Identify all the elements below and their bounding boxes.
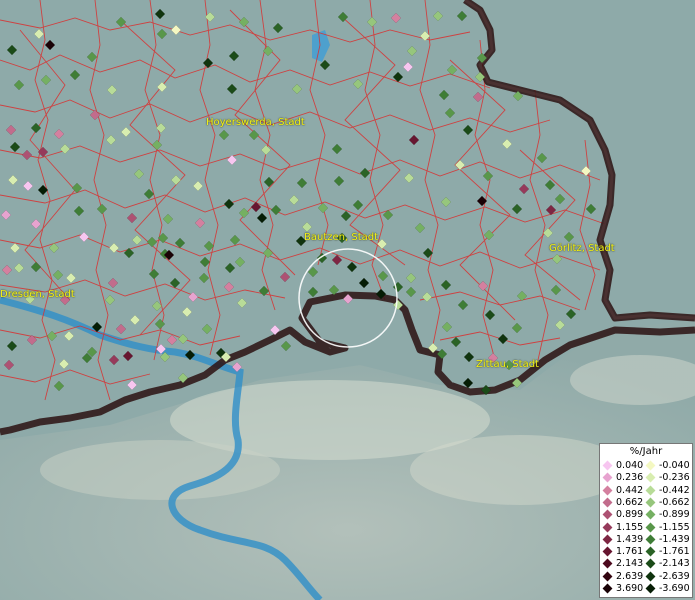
legend-swatch [602,583,613,594]
city-label-hoyerswerda: Hoyerswerda, Stadt [206,117,305,128]
legend-value: 0.662 [616,496,644,508]
legend-value: 0.040 [616,460,644,471]
legend-value: 0.236 [616,472,644,484]
city-label-zittau: Zittau, Stadt [476,359,539,370]
legend-swatch [645,497,656,508]
cloud-patch [410,435,630,505]
legend-value: 2.143 [616,558,644,570]
legend-value: 2.639 [616,570,644,582]
legend-value: -3.690 [659,583,690,594]
legend-swatch [645,472,656,483]
legend-value: 3.690 [616,583,644,594]
legend-swatch [602,460,613,471]
legend-swatch [645,571,656,582]
legend-swatch [602,534,613,545]
legend-swatch [602,509,613,520]
legend-swatch [645,583,656,594]
city-label-goerlitz: Görlitz, Stadt [549,243,615,254]
legend-value: 1.761 [616,546,644,558]
legend-swatch [645,460,656,471]
city-label-dresden: Dresden, Stadt [0,289,75,300]
legend: %/Jahr 0.040 -0.040 0.236 -0.236 0.442 -0.442… [599,443,693,598]
legend-value: -1.439 [659,533,690,545]
legend-swatch [645,485,656,496]
legend-value: 1.439 [616,533,644,545]
legend-value: -0.236 [659,472,690,484]
city-label-bautzen: Bautzen, Stadt [304,232,379,243]
legend-swatch [645,522,656,532]
legend-value: 0.442 [616,484,644,496]
legend-swatch [602,558,613,569]
legend-swatch [645,558,656,569]
legend-swatch [602,472,613,483]
legend-value: 1.155 [616,521,644,533]
legend-value: -0.442 [659,484,690,496]
legend-swatch [645,534,656,545]
legend-swatch [645,546,656,557]
legend-value: -1.155 [659,521,690,533]
legend-swatch [602,522,613,532]
legend-swatch [602,546,613,557]
legend-value: -1.761 [659,546,690,558]
legend-swatch [602,485,613,496]
legend-swatch [602,571,613,582]
legend-value: 0.899 [616,509,644,521]
legend-swatch [645,509,656,520]
legend-value: -0.040 [659,460,690,471]
map-canvas[interactable] [0,0,695,600]
legend-value: -2.639 [659,570,690,582]
cloud-patch [40,440,280,500]
legend-value: -0.662 [659,496,690,508]
legend-value: -2.143 [659,558,690,570]
legend-value: -0.899 [659,509,690,521]
legend-title: %/Jahr [629,446,663,457]
legend-swatch [602,497,613,508]
